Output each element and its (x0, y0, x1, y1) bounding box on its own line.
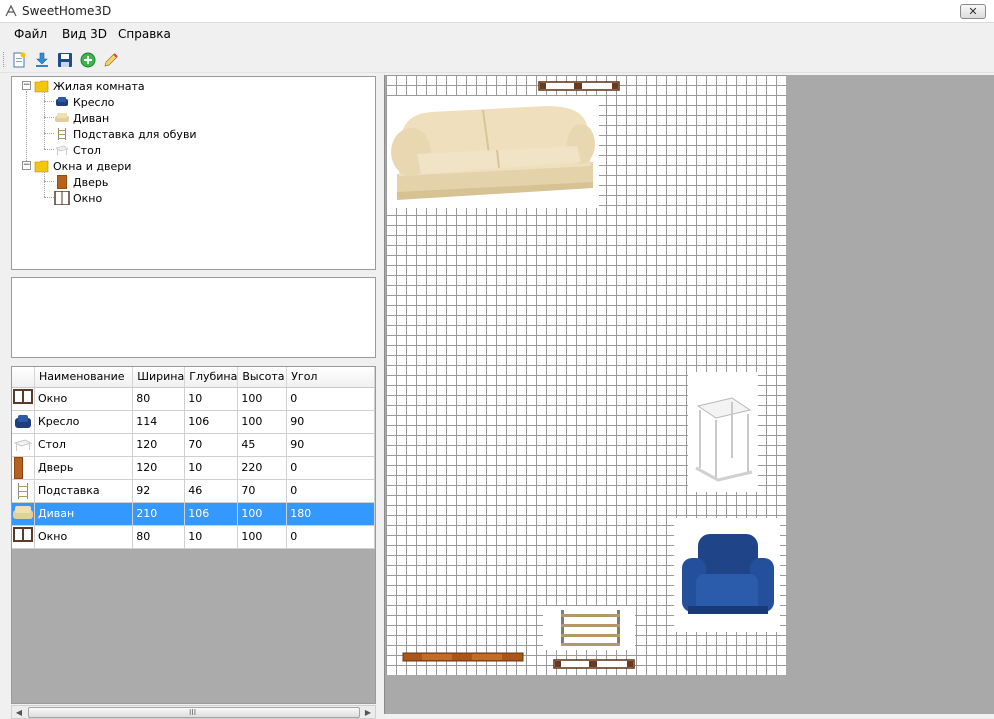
open-button[interactable] (32, 50, 52, 70)
edit-button[interactable] (101, 50, 121, 70)
table-row[interactable]: Окно 80 10 100 0 (12, 387, 375, 411)
tree-line (44, 133, 54, 134)
tree-line (44, 172, 45, 197)
table-row[interactable]: Кресло 114 106 100 90 (12, 410, 375, 434)
close-button[interactable]: ✕ (960, 4, 986, 19)
add-button[interactable] (78, 50, 98, 70)
table-row[interactable]: Дверь 120 10 220 0 (12, 456, 375, 480)
toolbar (0, 46, 994, 73)
window-title: SweetHome3D (22, 4, 112, 18)
menu-bar: Файл Вид 3D Справка (0, 24, 994, 45)
plan-armchair[interactable] (674, 518, 780, 632)
shoe-rack-icon (58, 128, 66, 140)
tree-item-table[interactable]: Стол (54, 142, 101, 158)
header-width[interactable]: Ширина (132, 367, 186, 388)
sofa-icon (55, 113, 69, 122)
door-icon (14, 456, 23, 479)
plan-sofa[interactable] (387, 96, 599, 208)
header-depth[interactable]: Глубина (184, 367, 239, 388)
header-name[interactable]: Наименование (34, 367, 134, 388)
tree-line (26, 91, 27, 167)
menu-help[interactable]: Справка (118, 27, 171, 41)
armchair-icon (15, 414, 31, 428)
tree-line (44, 181, 54, 182)
door-icon (57, 175, 67, 189)
app-icon (5, 4, 17, 17)
plan-door[interactable] (402, 651, 524, 663)
edit-icon (104, 53, 118, 67)
plan-window-top[interactable] (538, 80, 620, 92)
table-row-selected[interactable]: Диван 210 106 100 180 (12, 502, 375, 526)
download-icon (36, 52, 48, 67)
tree-line (44, 197, 54, 198)
window-icon (54, 191, 70, 205)
header-angle[interactable]: Угол (286, 367, 375, 388)
sofa-icon (13, 505, 33, 519)
tree-line (44, 149, 54, 150)
tree-line (44, 117, 54, 118)
table-header: Наименование Ширина Глубина Высота Угол (12, 367, 375, 388)
table-row[interactable]: Подставка 92 46 70 0 (12, 479, 375, 503)
tree-category-windows-doors[interactable]: Окна и двери (34, 158, 131, 174)
tree-item-shoe-rack[interactable]: Подставка для обуви (54, 126, 197, 142)
furniture-table: Наименование Ширина Глубина Высота Угол … (12, 367, 375, 549)
title-bar: SweetHome3D ✕ (0, 0, 994, 23)
scroll-grip-icon: III (189, 708, 197, 717)
tree-item-sofa[interactable]: Диван (54, 110, 109, 126)
tree-item-door[interactable]: Дверь (54, 174, 108, 190)
folder-icon (34, 160, 49, 173)
table-icon (55, 145, 69, 155)
catalog-tree[interactable]: − Жилая комната Кресло Диван Подставка д… (11, 76, 376, 270)
armchair-icon (56, 97, 68, 106)
save-icon (58, 53, 72, 67)
window-icon (13, 526, 33, 542)
window-icon (13, 388, 33, 404)
save-button[interactable] (55, 50, 75, 70)
table-icon (13, 439, 33, 451)
tree-category-living-room[interactable]: Жилая комната (34, 78, 145, 94)
plan-side-table[interactable] (688, 372, 758, 492)
scroll-right-icon[interactable]: ▶ (363, 707, 373, 718)
tree-item-window[interactable]: Окно (54, 190, 102, 206)
plan-shoe-rack[interactable] (543, 606, 635, 650)
furniture-table-panel: Наименование Ширина Глубина Высота Угол … (11, 366, 376, 704)
expander-windows-doors[interactable]: − (22, 161, 31, 170)
menu-file[interactable]: Файл (14, 27, 47, 41)
close-icon: ✕ (968, 5, 978, 18)
add-icon (80, 52, 96, 68)
new-document-button[interactable] (9, 50, 29, 70)
menu-view-3d[interactable]: Вид 3D (62, 27, 107, 41)
preview-panel (11, 277, 376, 358)
horizontal-scrollbar[interactable]: ◀ III ▶ (11, 705, 376, 719)
table-row[interactable]: Окно 80 10 100 0 (12, 525, 375, 549)
table-row[interactable]: Стол 120 70 45 90 (12, 433, 375, 457)
new-document-icon (13, 52, 26, 68)
scroll-left-icon[interactable]: ◀ (14, 707, 24, 718)
plan-bottom-strip (384, 714, 994, 719)
shoe-rack-icon (18, 482, 28, 499)
plan-window-bottom[interactable] (553, 658, 635, 670)
scroll-thumb[interactable]: III (28, 707, 360, 718)
folder-icon (34, 80, 49, 93)
header-icon-column[interactable] (12, 367, 35, 388)
tree-line (44, 101, 54, 102)
tree-item-armchair[interactable]: Кресло (54, 94, 114, 110)
toolbar-grip (3, 52, 6, 67)
expander-living-room[interactable]: − (22, 81, 31, 90)
header-height[interactable]: Высота (237, 367, 288, 388)
